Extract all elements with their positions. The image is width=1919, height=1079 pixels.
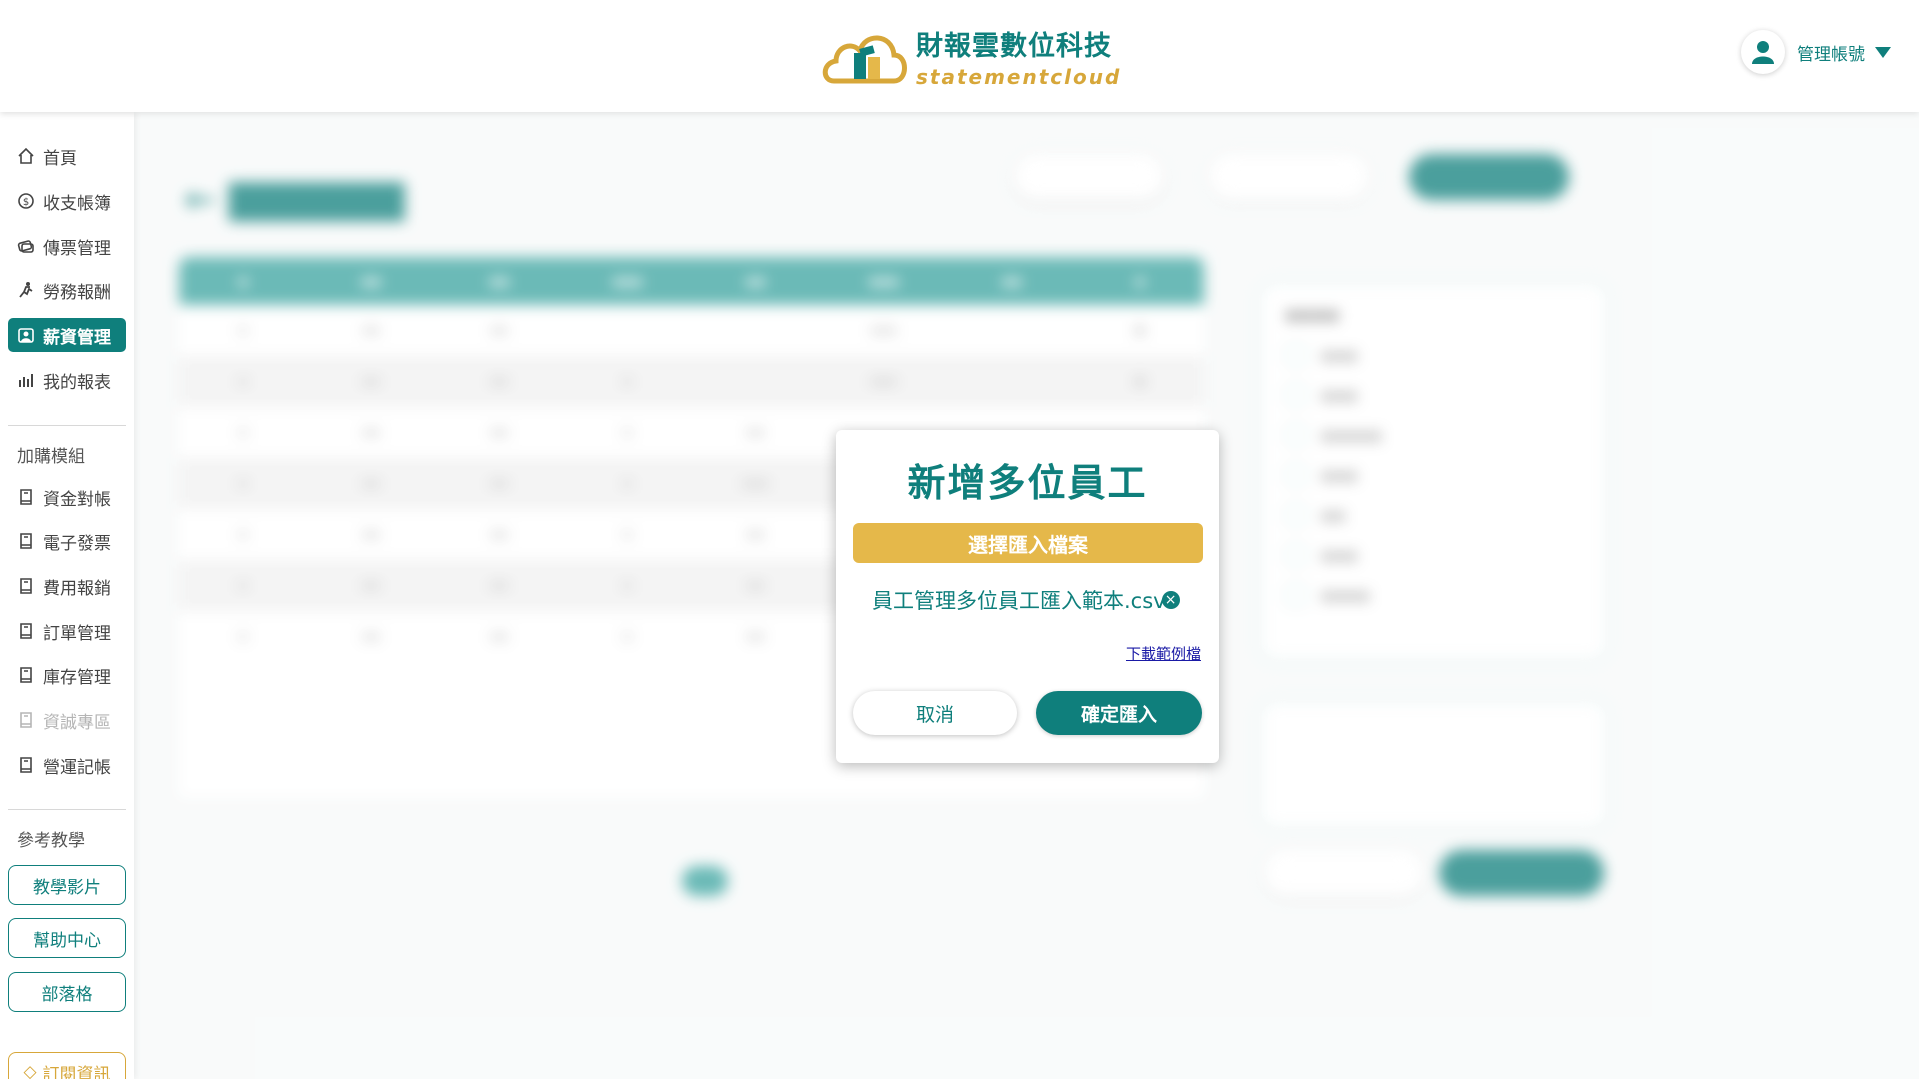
brand-name-en: statementcloud <box>916 65 1122 89</box>
home-icon <box>16 146 36 166</box>
book-icon <box>16 576 36 596</box>
sidebar-item-operations[interactable]: 營運記帳 <box>8 748 126 782</box>
sidebar: 首頁 $ 收支帳簿 傳票管理 勞務報酬 薪資管理 我的報表 加購模組 資金對帳 <box>0 112 134 1079</box>
sidebar-divider <box>8 809 126 810</box>
sidebar-item-ledger[interactable]: $ 收支帳簿 <box>8 184 126 218</box>
help-center-button[interactable]: 幫助中心 <box>8 918 126 958</box>
book-icon <box>16 621 36 641</box>
sidebar-item-label: 費用報銷 <box>43 578 111 599</box>
tutorial-video-button[interactable]: 教學影片 <box>8 865 126 905</box>
sidebar-item-label: 薪資管理 <box>43 327 111 348</box>
runner-icon <box>16 280 36 300</box>
user-avatar-icon <box>1741 30 1785 74</box>
cloud-logo-icon <box>822 35 907 83</box>
confirm-import-button[interactable]: 確定匯入 <box>1036 691 1202 735</box>
diamond-icon: ◇ <box>23 1062 37 1079</box>
sidebar-item-salary[interactable]: 薪資管理 <box>8 318 126 352</box>
remove-file-icon[interactable]: × <box>1161 591 1180 609</box>
sidebar-item-label: 訂單管理 <box>43 623 111 644</box>
sidebar-divider <box>8 425 126 426</box>
sidebar-item-label: 資金對帳 <box>43 489 111 510</box>
addon-section-label: 加購模組 <box>17 447 85 467</box>
sidebar-item-label: 收支帳簿 <box>43 193 111 214</box>
sidebar-item-home[interactable]: 首頁 <box>8 139 126 173</box>
sidebar-item-label: 營運記帳 <box>43 757 111 778</box>
chart-icon <box>16 370 36 390</box>
sidebar-item-pwc-zone: 資誠專區 <box>8 703 126 737</box>
sidebar-item-label: 勞務報酬 <box>43 282 111 303</box>
sidebar-item-reports[interactable]: 我的報表 <box>8 363 126 397</box>
sidebar-item-label: 庫存管理 <box>43 667 111 688</box>
sidebar-item-e-invoice[interactable]: 電子發票 <box>8 524 126 558</box>
selected-file-name: 員工管理多位員工匯入範本.csv <box>872 589 1166 613</box>
voucher-icon <box>16 236 36 256</box>
sidebar-item-label: 資誠專區 <box>43 712 111 733</box>
subscription-button[interactable]: ◇ 訂閱資訊 <box>8 1052 126 1079</box>
sidebar-item-labor[interactable]: 勞務報酬 <box>8 273 126 307</box>
brand-name: 財報雲數位科技 <box>916 31 1112 62</box>
sidebar-item-inventory[interactable]: 庫存管理 <box>8 658 126 692</box>
account-label: 管理帳號 <box>1797 44 1865 65</box>
caret-down-icon <box>1875 46 1891 58</box>
cancel-button[interactable]: 取消 <box>853 691 1017 735</box>
sidebar-item-label: 我的報表 <box>43 372 111 393</box>
book-icon <box>16 531 36 551</box>
brand-logo[interactable]: 財報雲數位科技 statementcloud <box>820 24 1121 89</box>
salary-icon <box>16 325 36 345</box>
sidebar-item-voucher[interactable]: 傳票管理 <box>8 229 126 263</box>
dialog-title: 新增多位員工 <box>907 461 1148 505</box>
svg-text:$: $ <box>23 197 29 208</box>
sidebar-item-fund-reconcile[interactable]: 資金對帳 <box>8 480 126 514</box>
book-icon <box>16 487 36 507</box>
sidebar-item-label: 電子發票 <box>43 533 111 554</box>
sidebar-item-expense[interactable]: 費用報銷 <box>8 569 126 603</box>
reference-section-label: 參考教學 <box>17 831 85 851</box>
selected-file-row: 員工管理多位員工匯入範本.csv × <box>872 585 1182 615</box>
coin-icon: $ <box>16 191 36 211</box>
sidebar-item-label: 傳票管理 <box>43 238 111 259</box>
subscription-label: 訂閱資訊 <box>42 1064 111 1079</box>
book-icon <box>16 665 36 685</box>
book-icon <box>16 755 36 775</box>
choose-import-file-button[interactable]: 選擇匯入檔案 <box>853 523 1203 563</box>
book-icon <box>16 710 36 730</box>
add-multiple-employees-dialog: 新增多位員工 選擇匯入檔案 員工管理多位員工匯入範本.csv × 下載範例檔 取… <box>836 430 1219 763</box>
blog-button[interactable]: 部落格 <box>8 972 126 1012</box>
top-header: 財報雲數位科技 statementcloud 管理帳號 <box>0 0 1919 112</box>
account-menu[interactable]: 管理帳號 <box>1741 30 1891 74</box>
sidebar-item-orders[interactable]: 訂單管理 <box>8 614 126 648</box>
download-sample-link[interactable]: 下載範例檔 <box>1126 643 1201 664</box>
sidebar-item-label: 首頁 <box>43 148 77 169</box>
